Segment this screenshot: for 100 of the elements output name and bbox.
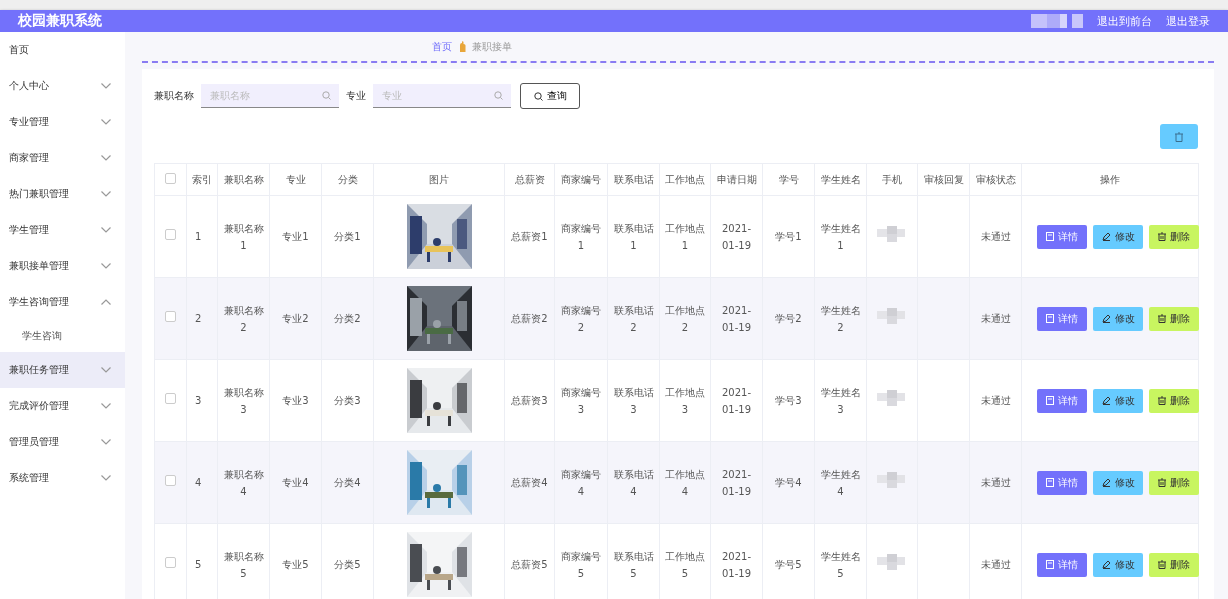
table-cell: 分类2: [321, 277, 374, 360]
table-cell: 学号1: [762, 195, 815, 278]
table-cell: 专业4: [269, 441, 322, 524]
trash-icon: [1158, 232, 1166, 241]
detail-button[interactable]: 详情: [1037, 224, 1087, 249]
row-checkbox[interactable]: [165, 229, 176, 240]
trash-icon: [1158, 314, 1166, 323]
column-header: 学号: [762, 163, 815, 196]
search-field[interactable]: 专业: [373, 84, 511, 108]
table-cell: 学生姓名1: [814, 195, 867, 278]
table-cell: 兼职名称4: [217, 441, 270, 524]
table-cell: 联系电话3: [607, 359, 660, 442]
edit-button[interactable]: 修改: [1093, 306, 1143, 331]
pixelated-phone-drawing: [877, 470, 907, 490]
bulk-delete-button[interactable]: [1160, 124, 1198, 149]
column-header: 商家编号: [554, 163, 608, 196]
trash-icon: [1158, 396, 1166, 405]
row-checkbox[interactable]: [165, 393, 176, 404]
table-cell: 兼职名称3: [217, 359, 270, 442]
detail-button[interactable]: 详情: [1037, 388, 1087, 413]
query-button[interactable]: 查询: [520, 83, 580, 109]
pencil-icon: [1101, 314, 1111, 323]
table-cell: 学生姓名3: [814, 359, 867, 442]
document-icon: [1046, 560, 1054, 569]
header-link[interactable]: 退出到前台: [1097, 13, 1152, 29]
header-link[interactable]: 退出登录: [1166, 13, 1210, 29]
table-cell: 分类3: [321, 359, 374, 442]
chevron-down-icon: [101, 367, 111, 373]
document-icon: [1046, 314, 1054, 323]
table-cell: 商家编号4: [554, 441, 608, 524]
edit-button[interactable]: 修改: [1093, 470, 1143, 495]
trash-icon: [1158, 560, 1166, 569]
table-cell: 学号2: [762, 277, 815, 360]
pixelated-phone-drawing: [877, 388, 907, 408]
table-cell: 商家编号3: [554, 359, 608, 442]
row-checkbox[interactable]: [165, 557, 176, 568]
delete-button[interactable]: 删除: [1149, 470, 1199, 495]
table-cell: 4: [186, 441, 218, 524]
column-header: 图片: [373, 163, 505, 196]
pixelated-phone-drawing: [877, 306, 907, 326]
pixelated-phone-drawing: [877, 552, 907, 572]
table-cell: 2: [186, 277, 218, 360]
table-cell: 专业3: [269, 359, 322, 442]
chevron-down-icon: [101, 475, 111, 481]
detail-button[interactable]: 详情: [1037, 470, 1087, 495]
column-header: 审核回复: [917, 163, 970, 196]
pencil-icon: [1101, 396, 1111, 405]
row-checkbox[interactable]: [165, 311, 176, 322]
sidebar-subitem[interactable]: 学生咨询: [0, 320, 125, 352]
table-cell: 未通过: [969, 441, 1022, 524]
table-cell: 未通过: [969, 359, 1022, 442]
table-cell: 工作地点4: [659, 441, 711, 524]
table-cell: 学号3: [762, 359, 815, 442]
breadcrumb-current: 兼职接单: [472, 39, 512, 54]
breadcrumb-link[interactable]: 首页: [432, 39, 452, 54]
table-cell: 联系电话1: [607, 195, 660, 278]
edit-button[interactable]: 修改: [1093, 388, 1143, 413]
table-cell: 未通过: [969, 195, 1022, 278]
column-header: 兼职名称: [217, 163, 270, 196]
column-header: 学生姓名: [814, 163, 867, 196]
table-cell: 分类1: [321, 195, 374, 278]
delete-button[interactable]: 删除: [1149, 224, 1199, 249]
column-header: 操作: [1021, 163, 1199, 196]
edit-button[interactable]: 修改: [1093, 552, 1143, 577]
table-cell: 专业1: [269, 195, 322, 278]
chevron-down-icon: [101, 439, 111, 445]
delete-button[interactable]: 删除: [1149, 388, 1199, 413]
table-cell: 2021-01-19: [710, 441, 763, 524]
column-header: 手机: [866, 163, 918, 196]
table-cell: 学生姓名4: [814, 441, 867, 524]
trash-icon: [1158, 478, 1166, 487]
table-cell: 专业2: [269, 277, 322, 360]
table-cell: 工作地点1: [659, 195, 711, 278]
chevron-down-icon: [101, 263, 111, 269]
column-header: 专业: [269, 163, 322, 196]
table-cell: 工作地点2: [659, 277, 711, 360]
detail-button[interactable]: 详情: [1037, 306, 1087, 331]
table-cell: 分类4: [321, 441, 374, 524]
document-icon: [1046, 232, 1054, 241]
table-cell: 1: [186, 195, 218, 278]
pencil-icon: [1101, 232, 1111, 241]
column-header: 申请日期: [710, 163, 763, 196]
table-cell: 未通过: [969, 277, 1022, 360]
sidebar-item[interactable]: 兼职任务管理: [0, 352, 125, 388]
table-cell: 工作地点3: [659, 359, 711, 442]
chevron-down-icon: [101, 403, 111, 409]
pencil-icon: [1101, 560, 1111, 569]
search-icon: [494, 91, 503, 100]
table-cell: 商家编号2: [554, 277, 608, 360]
document-icon: [1046, 478, 1054, 487]
table-cell: 总薪资1: [504, 195, 555, 278]
delete-button[interactable]: 删除: [1149, 552, 1199, 577]
table-cell: 联系电话4: [607, 441, 660, 524]
document-icon: [1046, 396, 1054, 405]
table-cell: 兼职名称1: [217, 195, 270, 278]
detail-button[interactable]: 详情: [1037, 552, 1087, 577]
delete-button[interactable]: 删除: [1149, 306, 1199, 331]
select-all-checkbox[interactable]: [165, 173, 176, 184]
edit-button[interactable]: 修改: [1093, 224, 1143, 249]
row-checkbox[interactable]: [165, 475, 176, 486]
